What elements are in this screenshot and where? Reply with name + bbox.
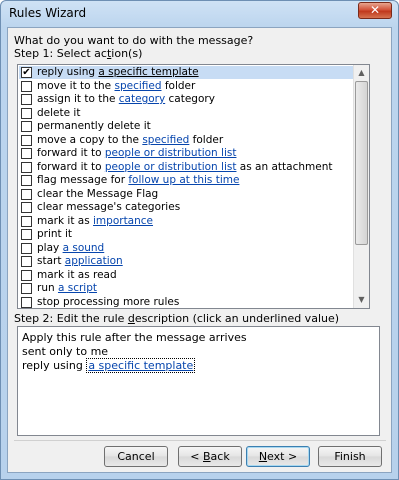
action-label: mark it as read <box>37 268 117 281</box>
checkbox[interactable] <box>21 175 32 186</box>
actions-listbox[interactable]: ✔ reply using a specific template move it … <box>17 64 370 309</box>
close-icon[interactable]: ✕ <box>358 2 392 19</box>
action-item[interactable]: clear the Message Flag <box>19 188 355 201</box>
action-item[interactable]: assign it to the category category <box>19 93 355 106</box>
checkbox[interactable] <box>21 229 32 240</box>
action-label: reply using a specific template <box>37 66 199 78</box>
action-link[interactable]: people or distribution list <box>105 147 237 159</box>
action-item[interactable]: mark it as read <box>19 269 355 282</box>
checkbox[interactable] <box>21 80 32 92</box>
description-line: Apply this rule after the message arrive… <box>22 331 247 344</box>
checkbox[interactable] <box>21 202 32 213</box>
action-label: start application <box>37 255 123 267</box>
description-line: reply using a specific template <box>22 358 196 373</box>
action-item[interactable]: move a copy to the specified folder <box>19 134 355 147</box>
checkbox[interactable] <box>21 215 32 227</box>
scroll-thumb[interactable] <box>355 81 368 245</box>
action-link[interactable]: a sound <box>63 242 105 254</box>
description-line: sent only to me <box>22 345 109 358</box>
action-item[interactable]: forward it to people or distribution lis… <box>19 147 355 160</box>
action-label: delete it <box>37 106 81 119</box>
checkbox[interactable] <box>21 107 32 119</box>
scroll-up-icon[interactable]: ▲ <box>354 65 369 81</box>
action-item[interactable]: forward it to people or distribution lis… <box>19 161 355 174</box>
action-item[interactable]: start application <box>19 255 355 268</box>
cancel-button[interactable]: Cancel <box>104 446 168 467</box>
checkbox[interactable] <box>21 296 32 308</box>
action-link[interactable]: category <box>119 93 165 105</box>
action-label: mark it as importance <box>37 214 154 227</box>
action-item[interactable]: mark it as importance <box>19 215 355 228</box>
title-bar[interactable]: Rules Wizard ✕ <box>1 1 398 27</box>
checkbox[interactable] <box>21 188 32 200</box>
action-label: flag message for follow up at this time <box>37 174 240 186</box>
action-label: print it <box>37 228 73 240</box>
action-item[interactable]: flag message for follow up at this time <box>19 174 355 187</box>
rule-description-box: Apply this rule after the message arrive… <box>17 326 380 436</box>
scroll-down-icon[interactable]: ▼ <box>354 292 369 308</box>
action-item[interactable]: delete it <box>19 107 355 120</box>
action-item[interactable]: print it <box>19 228 355 241</box>
action-item[interactable]: run a script <box>19 282 355 295</box>
rules-wizard-window: Rules Wizard ✕ What do you want to do wi… <box>0 0 399 480</box>
back-button[interactable]: < Back <box>178 446 242 467</box>
action-label: move a copy to the specified folder <box>37 133 224 146</box>
step1-label: Step 1: Select action(s) <box>14 47 143 60</box>
action-label: run a script <box>37 282 98 294</box>
action-label: clear message's categories <box>37 201 181 213</box>
action-link[interactable]: application <box>65 255 123 267</box>
specific-template-link[interactable]: a specific template <box>86 358 196 373</box>
checkbox[interactable] <box>21 242 32 254</box>
action-item[interactable]: move it to the specified folder <box>19 80 355 93</box>
action-link[interactable]: a specific template <box>98 66 198 78</box>
divider <box>14 440 386 441</box>
checkbox[interactable] <box>21 161 32 173</box>
action-link[interactable]: importance <box>93 215 153 227</box>
window-title: Rules Wizard <box>9 6 87 20</box>
action-link[interactable]: specified <box>114 80 161 92</box>
action-label: assign it to the category category <box>37 93 215 105</box>
checkbox[interactable] <box>21 134 32 146</box>
action-link[interactable]: a script <box>58 282 97 294</box>
action-item[interactable]: ✔ reply using a specific template <box>19 66 355 79</box>
action-label: forward it to people or distribution lis… <box>37 147 237 159</box>
checkbox[interactable] <box>21 256 32 267</box>
step2-label: Step 2: Edit the rule description (click… <box>14 312 340 325</box>
checkbox[interactable] <box>21 269 32 281</box>
action-link[interactable]: people or distribution list <box>105 161 237 173</box>
action-item[interactable]: play a sound <box>19 242 355 255</box>
action-label: permanently delete it <box>37 120 151 132</box>
checkbox[interactable] <box>21 121 32 132</box>
prompt-label: What do you want to do with the message? <box>14 34 254 47</box>
checkbox[interactable] <box>21 283 32 294</box>
action-label: clear the Message Flag <box>37 187 159 200</box>
checkbox[interactable] <box>21 94 32 105</box>
action-label: forward it to people or distribution lis… <box>37 160 333 173</box>
action-label: move it to the specified folder <box>37 79 196 92</box>
action-label: stop processing more rules <box>37 295 180 308</box>
action-link[interactable]: follow up at this time <box>128 174 239 186</box>
action-item[interactable]: clear message's categories <box>19 201 355 214</box>
dialog-body: What do you want to do with the message?… <box>7 27 392 473</box>
action-label: play a sound <box>37 241 105 254</box>
action-item[interactable]: stop processing more rules <box>19 296 355 309</box>
checkbox[interactable] <box>21 148 32 159</box>
actions-scrollbar[interactable]: ▲ ▼ <box>353 65 369 308</box>
action-item[interactable]: permanently delete it <box>19 120 355 133</box>
action-link[interactable]: specified <box>142 134 189 146</box>
finish-button[interactable]: Finish <box>318 446 382 467</box>
next-button[interactable]: Next > <box>246 446 310 467</box>
checkbox-checked[interactable]: ✔ <box>21 67 32 78</box>
